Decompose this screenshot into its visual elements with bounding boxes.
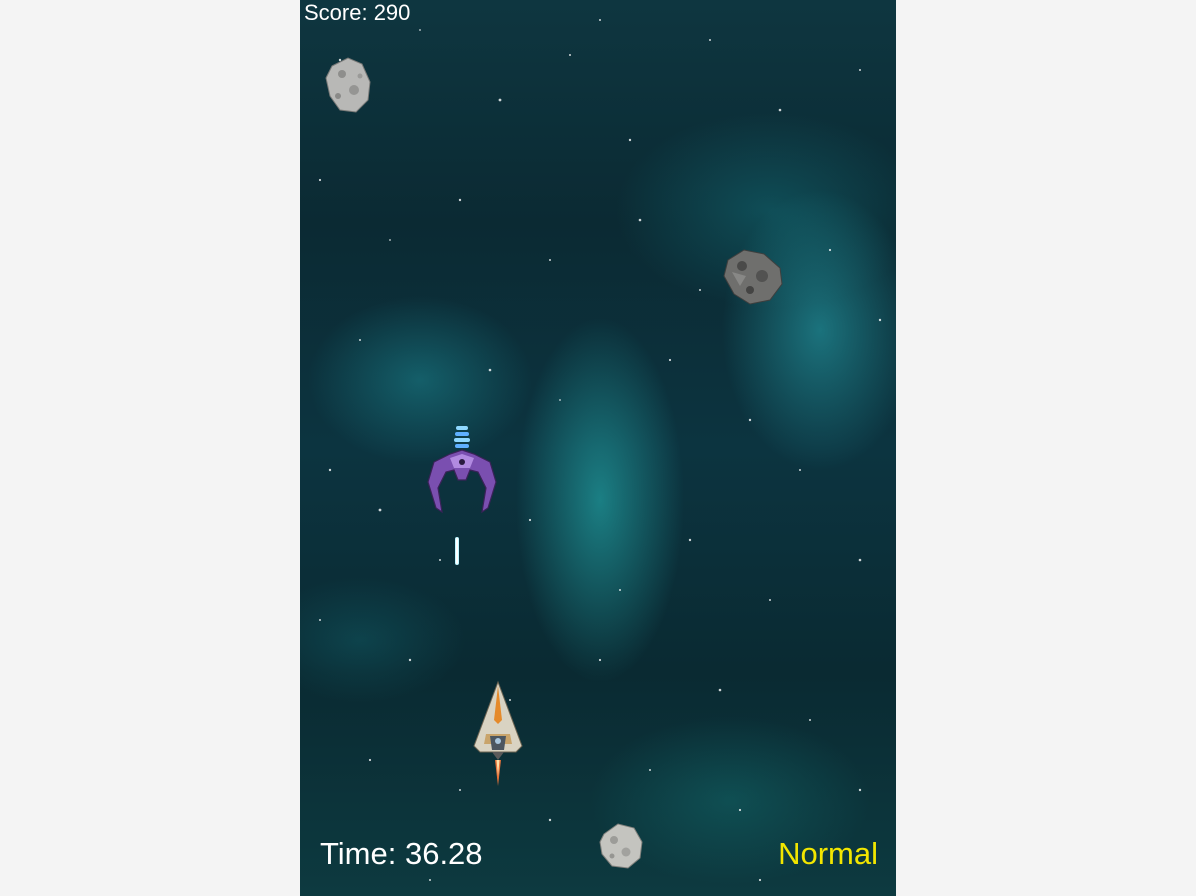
asteroid-icon xyxy=(723,249,783,305)
difficulty-label: Normal xyxy=(778,836,878,871)
starfield xyxy=(318,19,882,882)
purple-alien-ship-icon xyxy=(427,426,497,514)
score-display: Score: 290 xyxy=(304,0,411,25)
game-canvas[interactable]: Score: 290 Time: 36.28 Normal xyxy=(300,0,896,896)
laser-bolt-icon xyxy=(455,537,459,565)
page: Score: 290 Time: 36.28 Normal xyxy=(0,0,1196,896)
asteroid-icon xyxy=(325,57,371,113)
asteroid-icon xyxy=(599,823,643,869)
player-spaceship-icon[interactable] xyxy=(472,680,524,790)
time-display: Time: 36.28 xyxy=(320,836,483,871)
